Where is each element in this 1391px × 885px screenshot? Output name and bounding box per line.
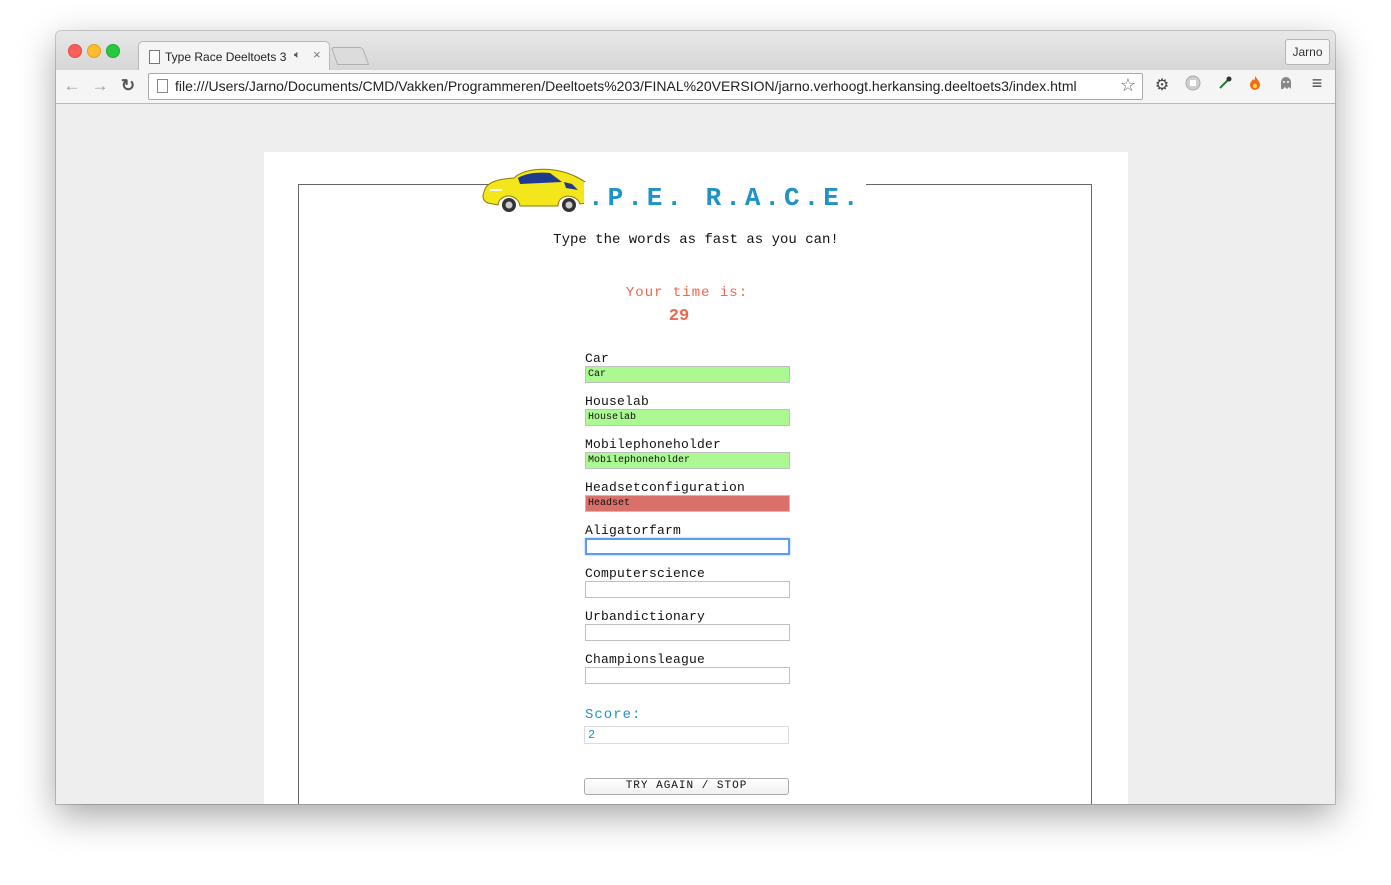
word-input[interactable] <box>585 452 790 469</box>
address-bar[interactable]: file:///Users/Jarno/Documents/CMD/Vakken… <box>148 73 1143 100</box>
word-label: Houselab <box>585 394 650 409</box>
profile-button[interactable]: Jarno <box>1285 39 1330 65</box>
word-label: Championsleague <box>585 652 706 667</box>
word-input[interactable] <box>585 667 790 684</box>
word-field-5: Aligatorfarm <box>585 524 795 555</box>
zoom-window-button[interactable] <box>106 44 120 58</box>
word-label: Computerscience <box>585 566 706 581</box>
time-value: 29 <box>668 307 690 326</box>
word-input[interactable] <box>585 538 790 555</box>
word-field-7: Urbandictionary <box>585 610 795 641</box>
instructions: Type the words as fast as you can! <box>553 232 839 248</box>
ghost-icon[interactable] <box>1275 75 1297 96</box>
close-window-button[interactable] <box>68 44 82 58</box>
word-label: Car <box>585 351 610 366</box>
browser-tab[interactable]: Type Race Deeltoets 3 🔈︎ × <box>138 41 330 71</box>
star-icon[interactable]: ☆ <box>1120 75 1136 96</box>
car-icon <box>482 168 597 212</box>
fire-icon[interactable] <box>1244 75 1266 96</box>
url-text[interactable]: file:///Users/Jarno/Documents/CMD/Vakken… <box>175 78 1077 94</box>
new-tab-button[interactable] <box>330 47 370 65</box>
page-viewport: .P.E. R.A.C.E. Type the words as fast as… <box>56 104 1335 804</box>
try-again-button[interactable]: TRY AGAIN / STOP <box>584 778 789 795</box>
menu-icon[interactable]: ≡ <box>1306 73 1328 94</box>
browser-window: Type Race Deeltoets 3 🔈︎ × Jarno ← → ↻ f… <box>56 31 1335 804</box>
forward-icon[interactable]: → <box>90 76 110 96</box>
word-input[interactable] <box>585 495 790 512</box>
speaker-icon: 🔈︎ <box>294 49 301 61</box>
browser-toolbar: ← → ↻ file:///Users/Jarno/Documents/CMD/… <box>56 70 1335 104</box>
word-input[interactable] <box>585 581 790 598</box>
page-icon <box>149 50 160 64</box>
adblock-icon[interactable] <box>1182 75 1204 96</box>
eyedropper-icon[interactable] <box>1214 75 1236 96</box>
word-input[interactable] <box>585 409 790 426</box>
page-container: .P.E. R.A.C.E. Type the words as fast as… <box>264 152 1128 804</box>
time-label: Your time is: <box>625 285 749 301</box>
word-label: Aligatorfarm <box>585 523 682 538</box>
score-value: 2 <box>584 726 789 744</box>
word-field-2: Houselab <box>585 395 795 426</box>
gear-icon[interactable]: ⚙ <box>1151 75 1173 95</box>
reload-icon[interactable]: ↻ <box>118 76 138 96</box>
word-label: Headsetconfiguration <box>585 480 746 495</box>
page-icon <box>157 79 168 93</box>
tab-title: Type Race Deeltoets 3 <box>165 50 287 64</box>
minimize-window-button[interactable] <box>87 44 101 58</box>
word-input[interactable] <box>585 624 790 641</box>
word-field-6: Computerscience <box>585 567 795 598</box>
game-title: .P.E. R.A.C.E. <box>584 182 867 214</box>
word-label: Mobilephoneholder <box>585 437 722 452</box>
word-label: Urbandictionary <box>585 609 706 624</box>
score-label: Score: <box>585 707 642 723</box>
back-icon[interactable]: ← <box>62 76 82 96</box>
close-tab-icon[interactable]: × <box>313 47 321 62</box>
word-field-1: Car <box>585 352 795 383</box>
word-input[interactable] <box>585 366 790 383</box>
word-field-4: Headsetconfiguration <box>585 481 795 512</box>
title-bar: Type Race Deeltoets 3 🔈︎ × Jarno <box>56 31 1335 71</box>
word-field-8: Championsleague <box>585 653 795 684</box>
word-field-3: Mobilephoneholder <box>585 438 795 469</box>
